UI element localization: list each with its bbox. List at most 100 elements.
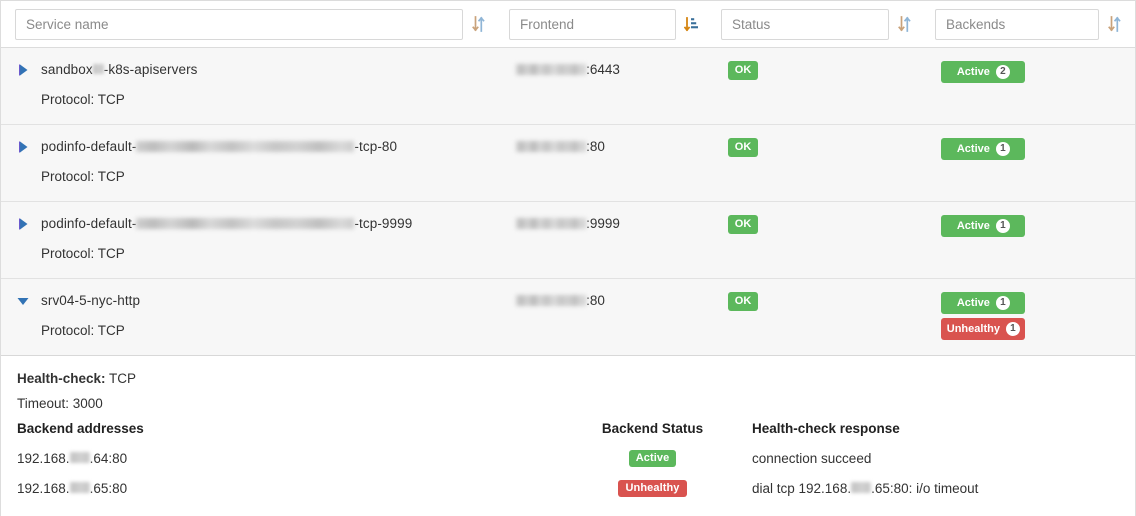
- frontend-port: :6443: [586, 62, 620, 77]
- protocol-label: Protocol: TCP: [41, 169, 125, 184]
- redacted-ip: [516, 140, 587, 152]
- header-backend-status: Backend Status: [601, 421, 704, 436]
- frontend-port: :80: [586, 139, 605, 154]
- status-cell: OK: [713, 215, 926, 234]
- redacted-octet: [69, 482, 90, 494]
- backends-cell: Active 1: [925, 215, 1135, 237]
- frontend-filter-input[interactable]: [509, 8, 676, 40]
- sort-amount-down-icon-frontend[interactable]: [676, 9, 706, 39]
- service-cell: podinfo-default- -tcp-80 Protocol: TCP: [1, 138, 500, 186]
- backend-detail-table: Backend addresses Backend Status Health-…: [17, 421, 1121, 503]
- backends-cell: Active 1: [925, 138, 1135, 160]
- backend-badge: Active 1: [941, 215, 1026, 237]
- redacted-text: [136, 140, 355, 152]
- status-filter-input[interactable]: [721, 8, 889, 40]
- backend-badge-label: Unhealthy: [946, 323, 1000, 335]
- service-name: sandbox -k8s-apiservers: [41, 62, 198, 77]
- healthcheck-label: Health-check:: [17, 371, 106, 386]
- status-badge: OK: [727, 215, 759, 234]
- table-row[interactable]: sandbox -k8s-apiservers Protocol: TCP :64…: [1, 48, 1135, 125]
- backend-status-badge: Active: [628, 450, 677, 467]
- protocol-label: Protocol: TCP: [41, 246, 125, 261]
- header-backend-addresses: Backend addresses: [17, 421, 144, 436]
- backend-badge-label: Active: [956, 66, 990, 78]
- backend-badge-stack: Active 1: [941, 138, 1026, 160]
- redacted-ip: [516, 294, 587, 306]
- table-row[interactable]: podinfo-default- -tcp-80 Protocol: TCP :8…: [1, 125, 1135, 202]
- service-cell: podinfo-default- -tcp-9999 Protocol: TCP: [1, 215, 500, 263]
- redacted-text: [92, 64, 104, 75]
- backend-badge-stack: Active 2: [941, 61, 1026, 83]
- caret-right-icon[interactable]: [15, 139, 31, 155]
- status-badge: OK: [727, 138, 759, 157]
- backend-detail-panel: Health-check: TCP Timeout: 3000 Backend …: [1, 356, 1135, 503]
- column-header-backends: [919, 0, 1129, 48]
- backend-detail-row: 192.168. .65:80 Unhealthy dial tcp 192.16…: [17, 473, 1121, 503]
- redacted-text: [136, 217, 355, 229]
- backend-badge: Active 1: [941, 292, 1026, 314]
- backend-status-badge: Unhealthy: [618, 480, 687, 497]
- backend-count-pill: 2: [995, 65, 1010, 79]
- sort-unsorted-icon-service[interactable]: [463, 9, 493, 39]
- healthcheck-response: connection succeed: [752, 450, 872, 466]
- service-name: podinfo-default- -tcp-80: [41, 139, 398, 154]
- healthcheck-value: TCP: [109, 371, 137, 386]
- header-healthcheck-response: Health-check response: [752, 421, 900, 436]
- backend-badge: Unhealthy 1: [941, 318, 1026, 340]
- table-row-expanded[interactable]: srv04-5-nyc-http Protocol: TCP :80 OK Ac…: [1, 279, 1135, 356]
- backend-address: 192.168. .64:80: [17, 450, 128, 466]
- redacted-octet: [851, 482, 872, 494]
- service-cell: sandbox -k8s-apiservers Protocol: TCP: [1, 61, 500, 109]
- backend-count-pill: 1: [995, 142, 1010, 156]
- frontend-port: :9999: [586, 216, 620, 231]
- caret-down-icon[interactable]: [15, 293, 31, 309]
- backend-badge-label: Active: [956, 220, 990, 232]
- frontend-cell: :6443: [500, 61, 713, 79]
- backend-detail-header-row: Backend addresses Backend Status Health-…: [17, 421, 1121, 436]
- caret-right-icon[interactable]: [15, 62, 31, 78]
- frontend-cell: :80: [500, 138, 713, 156]
- backend-badge-label: Active: [956, 297, 990, 309]
- table-row[interactable]: podinfo-default- -tcp-9999 Protocol: TCP …: [1, 202, 1135, 279]
- service-name-filter-input[interactable]: [15, 8, 463, 40]
- backend-badge-label: Active: [956, 143, 990, 155]
- redacted-ip: [516, 63, 587, 75]
- table-header-row: [1, 0, 1135, 48]
- backends-cell: Active 2: [925, 61, 1135, 83]
- backend-count-pill: 1: [995, 296, 1010, 310]
- services-table: sandbox-k8s-apiservers Protocol: TCP :64…: [0, 0, 1136, 516]
- column-header-frontend: [493, 0, 706, 48]
- sort-unsorted-icon-backends[interactable]: [1099, 9, 1129, 39]
- healthcheck-line: Health-check: TCP: [17, 368, 1135, 390]
- frontend-cell: :80: [500, 292, 713, 310]
- backend-badge: Active 2: [941, 61, 1026, 83]
- column-header-service: [1, 0, 493, 48]
- backend-detail-row: 192.168. .64:80 Active connection succeed: [17, 443, 1121, 473]
- table-body: sandbox -k8s-apiservers Protocol: TCP :64…: [1, 48, 1135, 356]
- backend-address: 192.168. .65:80: [17, 480, 128, 496]
- redacted-ip: [516, 217, 587, 229]
- backend-status-cell: Unhealthy: [553, 479, 752, 497]
- service-name: podinfo-default- -tcp-9999: [41, 216, 413, 231]
- frontend-port: :80: [586, 293, 605, 308]
- backend-status-cell: Active: [553, 449, 752, 467]
- status-badge: OK: [727, 292, 759, 311]
- status-cell: OK: [713, 292, 926, 311]
- service-name: srv04-5-nyc-http: [41, 293, 141, 308]
- caret-right-icon[interactable]: [15, 216, 31, 232]
- healthcheck-response: dial tcp 192.168. .65:80: i/o timeout: [752, 480, 979, 496]
- backend-badge-stack: Active 1 Unhealthy 1: [941, 292, 1026, 340]
- service-cell: srv04-5-nyc-http Protocol: TCP: [1, 292, 500, 340]
- redacted-octet: [69, 452, 90, 464]
- column-header-status: [706, 0, 919, 48]
- sort-unsorted-icon-status[interactable]: [889, 9, 919, 39]
- status-cell: OK: [713, 61, 926, 80]
- backend-count-pill: 1: [995, 219, 1010, 233]
- backend-badge: Active 1: [941, 138, 1026, 160]
- status-badge: OK: [727, 61, 759, 80]
- protocol-label: Protocol: TCP: [41, 323, 125, 338]
- backends-cell: Active 1 Unhealthy 1: [925, 292, 1135, 340]
- backends-filter-input[interactable]: [935, 8, 1099, 40]
- backend-badge-stack: Active 1: [941, 215, 1026, 237]
- timeout-line: Timeout: 3000: [17, 396, 103, 411]
